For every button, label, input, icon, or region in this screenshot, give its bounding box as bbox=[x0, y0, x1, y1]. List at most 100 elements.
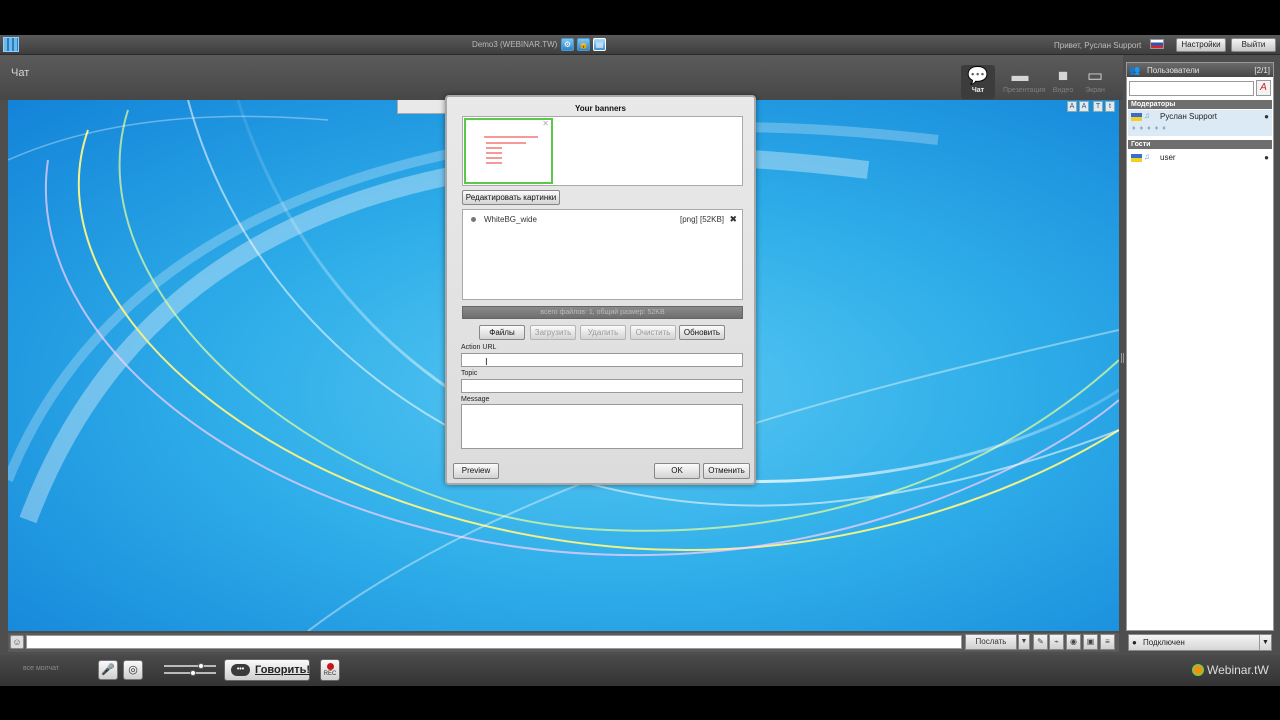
record-dot-icon bbox=[327, 663, 334, 670]
file-row[interactable]: WhiteBG_wide [png] [52KB] ✖ bbox=[463, 214, 742, 226]
mode-label: Видео bbox=[1052, 87, 1074, 94]
users-search-input[interactable] bbox=[1129, 81, 1254, 96]
lock-icon[interactable]: 🔒 bbox=[577, 38, 590, 51]
record-button[interactable]: REC bbox=[320, 659, 340, 681]
app-logo-icon[interactable] bbox=[3, 37, 19, 52]
font-increase-icon[interactable]: A bbox=[1079, 101, 1089, 112]
files-button[interactable]: Файлы bbox=[479, 325, 525, 340]
delete-file-icon[interactable]: ✖ bbox=[729, 214, 737, 225]
thumb-text-line bbox=[486, 162, 502, 164]
person-icon: ● bbox=[1132, 638, 1137, 647]
banner-icon[interactable]: ▤ bbox=[593, 38, 606, 51]
user-name: Руслан Support bbox=[1160, 112, 1218, 121]
brand-name: Webinar.tW bbox=[1207, 663, 1269, 677]
volume-slider[interactable] bbox=[164, 663, 216, 677]
user-avatar-icon: ● bbox=[1264, 153, 1269, 162]
slider-knob[interactable] bbox=[198, 663, 204, 669]
lock-icon[interactable]: ▣ bbox=[1083, 634, 1098, 650]
file-list: WhiteBG_wide [png] [52KB] ✖ bbox=[462, 209, 743, 300]
file-bullet-icon bbox=[471, 217, 476, 222]
text-tool-icon[interactable]: T bbox=[1093, 101, 1103, 112]
action-url-input[interactable] bbox=[461, 353, 743, 367]
send-options-dropdown[interactable]: ▼ bbox=[1018, 634, 1030, 650]
record-label: REC bbox=[323, 671, 337, 677]
delete-button[interactable]: Удалить bbox=[580, 325, 626, 340]
refresh-button[interactable]: Обновить bbox=[679, 325, 725, 340]
group-moderators[interactable]: Модераторы bbox=[1128, 100, 1272, 109]
panel-title: Чат bbox=[11, 67, 30, 79]
panel-splitter[interactable] bbox=[1121, 353, 1124, 363]
message-label: Message bbox=[461, 396, 490, 403]
ukraine-flag-icon bbox=[1131, 154, 1142, 162]
dialog-title: Your banners bbox=[575, 104, 626, 113]
message-textarea[interactable] bbox=[461, 404, 743, 449]
file-name: WhiteBG_wide bbox=[484, 215, 537, 224]
language-flag-icon[interactable] bbox=[1150, 39, 1164, 49]
user-name: user bbox=[1160, 153, 1176, 162]
chat-input[interactable] bbox=[26, 635, 962, 649]
upload-button[interactable]: Загрузить bbox=[530, 325, 576, 340]
cancel-button[interactable]: Отменить bbox=[703, 463, 750, 479]
room-title: Demo3 (WEBINAR.TW) bbox=[472, 40, 558, 49]
webinar-app: Demo3 (WEBINAR.TW) ⚙ 🔒 ▤ Привет, Руслан … bbox=[0, 35, 1280, 686]
mode-label: Экран bbox=[1085, 87, 1105, 94]
stage-tab[interactable] bbox=[397, 100, 447, 114]
webcam-icon[interactable]: ◎ bbox=[123, 660, 143, 680]
close-icon[interactable]: ✕ bbox=[542, 119, 549, 128]
user-row[interactable]: ♫ Руслан Support ● ♦♦♦♦♦ bbox=[1128, 110, 1272, 136]
font-size-icon[interactable]: A bbox=[1256, 80, 1271, 96]
settings-button[interactable]: Настройки bbox=[1176, 38, 1226, 52]
clear-button[interactable]: Очистить bbox=[630, 325, 676, 340]
mode-screen-button[interactable]: ▭ Экран bbox=[1078, 65, 1112, 99]
files-summary: всего файлов: 1, общий размер: 52KB bbox=[462, 306, 743, 319]
eraser-icon[interactable]: ✎ bbox=[1033, 634, 1048, 650]
file-info: [png] [52KB] bbox=[679, 215, 724, 224]
group-guests[interactable]: Гости bbox=[1128, 140, 1272, 149]
mode-video-button[interactable]: ■ Видео bbox=[1046, 65, 1080, 99]
brush-icon[interactable]: ⌁ bbox=[1049, 634, 1064, 650]
slider-knob[interactable] bbox=[190, 670, 196, 676]
font-decrease-icon[interactable]: A bbox=[1067, 101, 1077, 112]
status-select[interactable]: ● Подключен ▼ bbox=[1128, 634, 1272, 651]
ok-button[interactable]: OK bbox=[654, 463, 700, 479]
thumb-text-line bbox=[486, 142, 526, 144]
microphone-icon[interactable]: 🎤 bbox=[98, 660, 118, 680]
slider-track bbox=[164, 665, 216, 667]
thumb-text-line bbox=[486, 147, 502, 149]
speak-button[interactable]: ••• Говорить! bbox=[224, 659, 310, 681]
top-bar: Demo3 (WEBINAR.TW) ⚙ 🔒 ▤ Привет, Руслан … bbox=[0, 35, 1280, 55]
chevron-down-icon: ▼ bbox=[1259, 635, 1271, 650]
send-button[interactable]: Послать bbox=[965, 634, 1017, 650]
gear-icon[interactable]: ⚙ bbox=[561, 38, 574, 51]
mic-headset-icon: ♫ bbox=[1144, 111, 1150, 120]
preview-button[interactable]: Preview bbox=[453, 463, 499, 479]
ukraine-flag-icon bbox=[1131, 113, 1142, 121]
mode-label: Презентация bbox=[1003, 87, 1046, 94]
list-icon[interactable]: ≡ bbox=[1100, 634, 1115, 650]
user-row[interactable]: ♫ user ● bbox=[1128, 151, 1272, 165]
action-url-label: Action URL bbox=[461, 344, 497, 351]
topic-input[interactable] bbox=[461, 379, 743, 393]
text-small-icon[interactable]: t bbox=[1105, 101, 1115, 112]
speech-bubble-icon: ••• bbox=[231, 664, 250, 676]
topic-label: Topic bbox=[461, 370, 478, 377]
video-camera-icon: ■ bbox=[1057, 66, 1069, 85]
voice-status: все молчат bbox=[23, 665, 60, 672]
mode-label: Чат bbox=[971, 87, 985, 94]
user-tools-icons[interactable]: ♦♦♦♦♦ bbox=[1132, 125, 1170, 132]
brand-logo: Webinar.tW bbox=[1192, 663, 1269, 677]
chat-bubble-icon: 💬 bbox=[967, 66, 989, 85]
greeting-text: Привет, Руслан Support bbox=[1054, 41, 1142, 50]
mode-chat-button[interactable]: 💬 Чат bbox=[961, 65, 995, 99]
thumb-text-line bbox=[486, 157, 502, 159]
mic-headset-icon: ♫ bbox=[1144, 152, 1150, 161]
banner-thumbnails: ✕ bbox=[462, 116, 743, 186]
edit-images-button[interactable]: Редактировать картинки bbox=[462, 190, 560, 205]
logout-button[interactable]: Выйти bbox=[1231, 38, 1276, 52]
text-cursor-icon: I bbox=[485, 357, 488, 368]
mode-presentation-button[interactable]: ▬ Презентация bbox=[1003, 65, 1046, 99]
users-count: [2/1] bbox=[1254, 66, 1270, 75]
banner-thumbnail[interactable]: ✕ bbox=[464, 118, 553, 184]
smiley-icon[interactable]: ☺ bbox=[10, 635, 24, 649]
eye-icon[interactable]: ◉ bbox=[1066, 634, 1081, 650]
